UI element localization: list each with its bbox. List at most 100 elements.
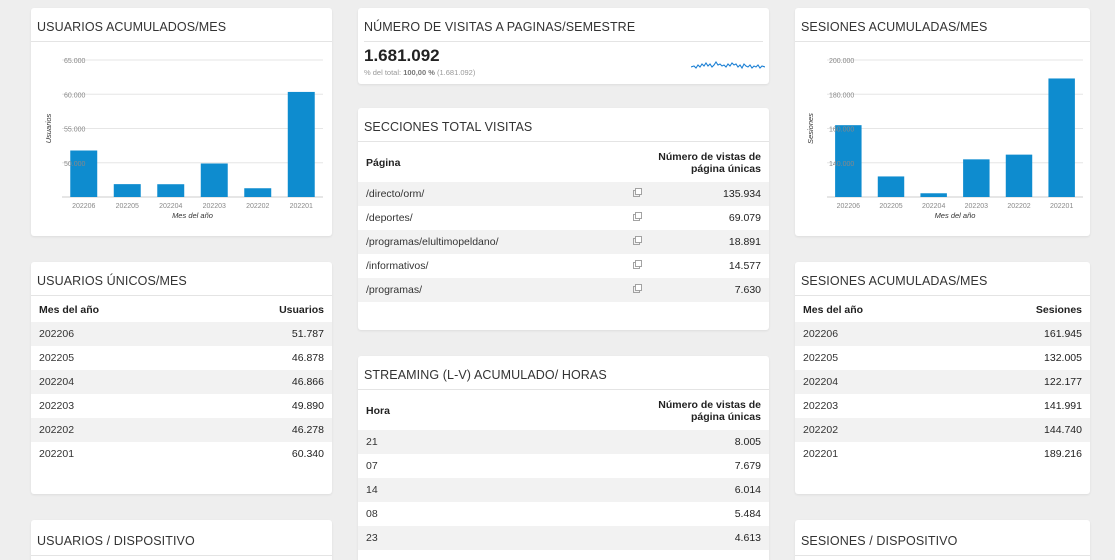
row-label: 21	[358, 430, 649, 454]
col-header-sesiones[interactable]: Sesiones	[957, 298, 1090, 322]
table-row: 08 5.484	[358, 502, 769, 526]
bar-202203[interactable]	[200, 163, 228, 197]
row-value: 46.878	[291, 352, 324, 364]
row-label[interactable]: /programas/	[358, 278, 625, 302]
col-header-vistas[interactable]: Número de vistas de página únicas	[649, 144, 769, 182]
row-label: 202206	[31, 322, 199, 346]
external-link-icon[interactable]	[625, 278, 649, 302]
row-label: 202201	[803, 448, 839, 460]
bar-202201[interactable]	[287, 91, 315, 197]
external-link-icon[interactable]	[625, 206, 649, 230]
y-axis-title: Usuarios	[44, 113, 53, 143]
card-title: NÚMERO DE VISITAS A PAGINAS/SEMESTRE	[364, 20, 636, 34]
card-title: SESIONES / DISPOSITIVO	[795, 520, 1090, 556]
col-header-hora[interactable]: Hora	[358, 392, 649, 430]
row-value: 161.945	[957, 322, 1090, 346]
row-label: 202204	[31, 370, 199, 394]
x-tick-label: 202204	[159, 203, 182, 210]
sesiones-table: Mes del año Sesiones 202206 161.945 202205…	[795, 298, 1090, 466]
bar-202204[interactable]	[920, 193, 947, 197]
x-axis-title: Mes del año	[172, 211, 213, 220]
x-tick-label: 202202	[246, 203, 269, 210]
streaming-card: STREAMING (L-V) ACUMULADO/ HORAS Hora Nú…	[358, 356, 769, 560]
row-label: 07	[366, 460, 378, 472]
x-tick-label: 202203	[203, 203, 226, 210]
bar-202204[interactable]	[157, 184, 185, 197]
visits-sparkline	[691, 61, 765, 70]
sesiones-dispositivo-card: SESIONES / DISPOSITIVO	[795, 520, 1090, 560]
row-value: 46.866	[198, 370, 332, 394]
external-link-icon[interactable]	[625, 254, 649, 278]
y-tick-label: 55.000	[64, 127, 86, 134]
row-value: 135.934	[649, 182, 769, 206]
secciones-table: Página Número de vistas de página únicas…	[358, 144, 769, 302]
x-tick-label: 202201	[290, 203, 313, 210]
row-label[interactable]: /deportes/	[358, 206, 625, 230]
subtitle-percent: 100,00 %	[403, 68, 435, 77]
row-label: 202205	[39, 352, 75, 364]
col-header-vistas[interactable]: Número de vistas de página únicas	[649, 392, 769, 430]
table-row: 202202 46.278	[31, 418, 332, 442]
bar-202203[interactable]	[963, 159, 990, 197]
col-header-vistas-label: Número de vistas de página únicas	[658, 151, 761, 175]
x-tick-label: 202202	[1007, 203, 1030, 210]
sesiones-tabla-card: SESIONES ACUMULADAS/MES Mes del año Sesi…	[795, 262, 1090, 494]
table-header: Página Número de vistas de página únicas	[358, 144, 769, 182]
y-tick-label: 60.000	[64, 92, 86, 99]
table-row: 202204 46.866	[31, 370, 332, 394]
col-spacer	[625, 144, 649, 182]
external-link-icon[interactable]	[625, 230, 649, 254]
bar-202202[interactable]	[244, 188, 272, 197]
bar-202202[interactable]	[1005, 154, 1033, 197]
col-header-pagina[interactable]: Página	[358, 144, 625, 182]
row-label: 202203	[39, 400, 75, 412]
row-value: 4.613	[649, 526, 769, 550]
col-header-mes[interactable]: Mes del año	[795, 298, 957, 322]
row-value: 5.484	[734, 508, 761, 520]
table-row: 202203 49.890	[31, 394, 332, 418]
row-label[interactable]: /directo/orm/	[358, 182, 625, 206]
row-label: 202203	[803, 400, 839, 412]
y-tick-label: 160.000	[829, 127, 854, 134]
x-tick-label: 202206	[72, 203, 95, 210]
bar-202205[interactable]	[877, 176, 905, 197]
card-title: SECCIONES TOTAL VISITAS	[358, 108, 769, 142]
row-value: 18.891	[649, 230, 769, 254]
table-row: 14 6.014	[358, 478, 769, 502]
row-value: 144.740	[957, 418, 1090, 442]
table-row: 202206 161.945	[795, 322, 1090, 346]
card-title: SESIONES ACUMULADAS/MES	[795, 262, 1090, 296]
row-value: 46.278	[198, 418, 332, 442]
card-title: USUARIOS ÚNICOS/MES	[31, 262, 332, 296]
row-label: 202202	[795, 418, 958, 442]
col-header-usuarios[interactable]: Usuarios	[198, 298, 332, 322]
subtitle-prefix: % del total:	[364, 68, 404, 77]
usuarios-bar-chart: 202206 202205 202204 202203 202202 202201 65.0…	[44, 58, 323, 220]
table-row: 202201 189.216	[795, 442, 1090, 466]
y-tick-label: 200.000	[829, 58, 854, 65]
row-label[interactable]: /informativos/	[358, 254, 625, 278]
row-label: 23	[358, 526, 649, 550]
table-header: Mes del año Sesiones	[795, 298, 1090, 322]
usuarios-acumulados-card: USUARIOS ACUMULADOS/MES 202206 202205 2022…	[31, 8, 332, 236]
streaming-table: Hora Número de vistas de página únicas 2…	[358, 392, 769, 550]
bar-202201[interactable]	[1048, 78, 1075, 197]
table-row: 07 7.679	[358, 454, 769, 478]
row-value: 132.005	[1044, 352, 1082, 364]
table-row: /directo/orm/135.934	[358, 182, 769, 206]
row-value: 69.079	[728, 212, 761, 224]
col-header-mes[interactable]: Mes del año	[31, 298, 198, 322]
external-link-icon[interactable]	[625, 182, 649, 206]
row-label[interactable]: /programas/elultimopeldano/	[358, 230, 625, 254]
bar-202206[interactable]	[70, 150, 98, 197]
table-row: 202203 141.991	[795, 394, 1090, 418]
y-tick-label: 50.000	[64, 161, 86, 168]
table-row: 202205 46.878	[31, 346, 332, 370]
row-value: 122.177	[957, 370, 1090, 394]
table-row: 202202 144.740	[795, 418, 1090, 442]
row-label: 14	[358, 478, 649, 502]
row-label: 202204	[795, 370, 958, 394]
bar-202205[interactable]	[113, 184, 141, 197]
x-tick-label: 202201	[1050, 203, 1073, 210]
row-value: 7.630	[649, 278, 769, 302]
